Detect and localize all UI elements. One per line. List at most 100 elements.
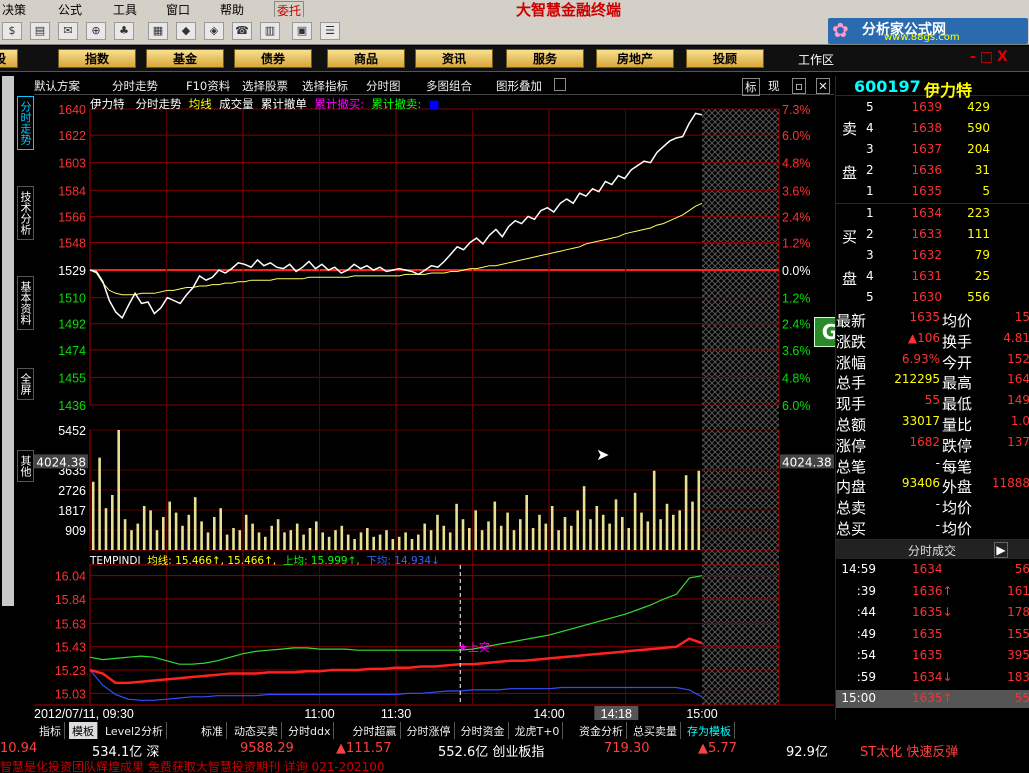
volume-bar: [576, 510, 579, 550]
bottom-tab[interactable]: 标准: [198, 722, 227, 739]
stat-value: 212295: [894, 372, 940, 387]
nav-workspace[interactable]: 工作区: [798, 51, 834, 68]
bottom-tab[interactable]: 指标: [36, 722, 65, 739]
bid-price: 1633: [911, 227, 942, 241]
volume-bar: [123, 519, 127, 550]
nav-stock[interactable]: 首股: [0, 49, 18, 68]
stat-value: 33017: [901, 414, 940, 428]
intraday-chart-area[interactable]: 1640 7.3% 1622 6.0% 1603 4.8% 1584 3.6% 1566 2.4%…: [34, 95, 846, 721]
tick-time: 15:00: [841, 691, 876, 705]
bid-volume: 223: [967, 206, 990, 220]
nav-index[interactable]: 指数: [58, 49, 136, 68]
nav-service[interactable]: 服务: [506, 49, 584, 68]
mark-button[interactable]: 标: [742, 78, 760, 96]
intraday-chart[interactable]: 分时图: [366, 78, 401, 94]
select-stock[interactable]: 选择股票: [242, 78, 288, 94]
bottom-tab[interactable]: 分时涨停: [404, 722, 455, 739]
nav-realestate[interactable]: 房地产: [596, 49, 674, 68]
current-button[interactable]: 现: [768, 78, 780, 94]
mail-icon[interactable]: ✉: [58, 22, 78, 40]
window-controls[interactable]: -□X: [970, 49, 1012, 65]
intraday-menu[interactable]: 分时走势: [112, 78, 158, 94]
volume-bar: [219, 508, 222, 550]
menu-tools[interactable]: 工具: [113, 1, 137, 18]
chart-icon[interactable]: ▤: [30, 22, 50, 40]
volume-bar: [608, 523, 611, 550]
menu-decision[interactable]: 决策: [2, 1, 26, 18]
stat-label-2: 均价: [942, 312, 973, 330]
bottom-tab[interactable]: 分时ddx: [285, 722, 335, 739]
percent-tick-label: 6.0%: [782, 129, 811, 143]
volume-bar: [468, 528, 471, 550]
tab-other[interactable]: 其他: [17, 450, 34, 482]
buy-label-char: 盘: [842, 270, 858, 288]
volume-bar: [455, 503, 458, 550]
menu-help[interactable]: 帮助: [220, 1, 244, 18]
phone-icon[interactable]: ☎: [232, 22, 252, 40]
tick-volume: 55: [1014, 691, 1029, 705]
left-tabs: 分时走势 技术分析 基本资料 全屏 其他: [0, 76, 34, 720]
box-icon[interactable]: ◈: [204, 22, 224, 40]
tab-intraday[interactable]: 分时走势: [17, 96, 34, 150]
dollar-icon[interactable]: $: [2, 22, 22, 40]
left-scrollbar[interactable]: [2, 76, 14, 606]
bottom-tab[interactable]: 分时资金: [458, 722, 509, 739]
nav-fund[interactable]: 基金: [146, 49, 224, 68]
bottom-tab[interactable]: 龙虎T+0: [512, 722, 564, 739]
volume-bar: [334, 530, 337, 550]
volume-bar: [570, 525, 573, 550]
tick-time: :54: [856, 648, 876, 662]
diamond-icon[interactable]: ◆: [176, 22, 196, 40]
select-indicator[interactable]: 选择指标: [302, 78, 348, 94]
volume-bar: [499, 525, 503, 550]
overlay-chart[interactable]: 图形叠加: [496, 78, 542, 94]
tick-price: 1634↓: [912, 669, 953, 684]
menu-formula[interactable]: 公式: [58, 1, 82, 18]
volume-bar: [640, 512, 643, 550]
bottom-tab[interactable]: 模板: [69, 722, 98, 739]
nav-news[interactable]: 资讯: [415, 49, 493, 68]
quote-icon[interactable]: ▦: [148, 22, 168, 40]
volume-bar: [372, 536, 375, 550]
time-tick-label: 2012/07/11, 09:30: [34, 707, 134, 720]
stat-label-2: 均价: [942, 520, 973, 538]
nav-bond[interactable]: 债券: [234, 49, 312, 68]
scroll-news-text[interactable]: 智慧是化投资团队辉煌成果 免费获取大智慧投资期刊 详询 021-202100: [0, 760, 385, 773]
nav-commodity[interactable]: 商品: [327, 49, 405, 68]
bottom-tab[interactable]: 存为模板: [684, 722, 735, 739]
default-scheme[interactable]: 默认方案: [34, 78, 80, 94]
volume-bar: [633, 492, 637, 550]
bid-volume: 25: [974, 269, 990, 283]
price-tick-label: 1510: [58, 292, 86, 306]
tab-fundamental[interactable]: 基本资料: [17, 276, 34, 330]
stat-value-2: 152: [1007, 351, 1029, 366]
lock-icon[interactable]: [554, 78, 566, 91]
bottom-tab[interactable]: 总买卖量: [630, 722, 681, 739]
legend-volume: 成交量: [219, 97, 254, 111]
tick-next-icon[interactable]: ▶: [994, 542, 1008, 558]
sell-label-char: 卖: [842, 120, 858, 138]
expand-icon[interactable]: ▫: [792, 78, 806, 94]
alarm-icon[interactable]: ♣: [114, 22, 134, 40]
bottom-tab[interactable]: Level2分析: [102, 722, 168, 739]
stat-label: 总卖: [836, 499, 867, 518]
menu-window[interactable]: 窗口: [166, 1, 190, 18]
list-icon[interactable]: ☰: [320, 22, 340, 40]
tab-fullscreen[interactable]: 全屏: [17, 368, 34, 400]
indicator-tick-label: 15.03: [55, 687, 86, 701]
bottom-tab[interactable]: 分时超赢: [350, 722, 401, 739]
price-frame: [89, 108, 780, 406]
bottom-tab[interactable]: 动态买卖: [231, 722, 282, 739]
nav-advisor[interactable]: 投顾: [686, 49, 764, 68]
close-pane-icon[interactable]: ✕: [816, 78, 830, 94]
multi-chart[interactable]: 多图组合: [426, 78, 472, 94]
bottom-tab[interactable]: 资金分析: [576, 722, 627, 739]
calc-icon[interactable]: ▥: [260, 22, 280, 40]
binocular-icon[interactable]: ⊕: [86, 22, 106, 40]
tab-technical[interactable]: 技术分析: [17, 186, 34, 240]
window-icon[interactable]: ▣: [292, 22, 312, 40]
stat-label: 最新: [836, 312, 867, 330]
f10-data[interactable]: F10资料: [186, 78, 230, 94]
tick-time: :44: [856, 605, 876, 619]
volume-bar: [697, 470, 701, 550]
